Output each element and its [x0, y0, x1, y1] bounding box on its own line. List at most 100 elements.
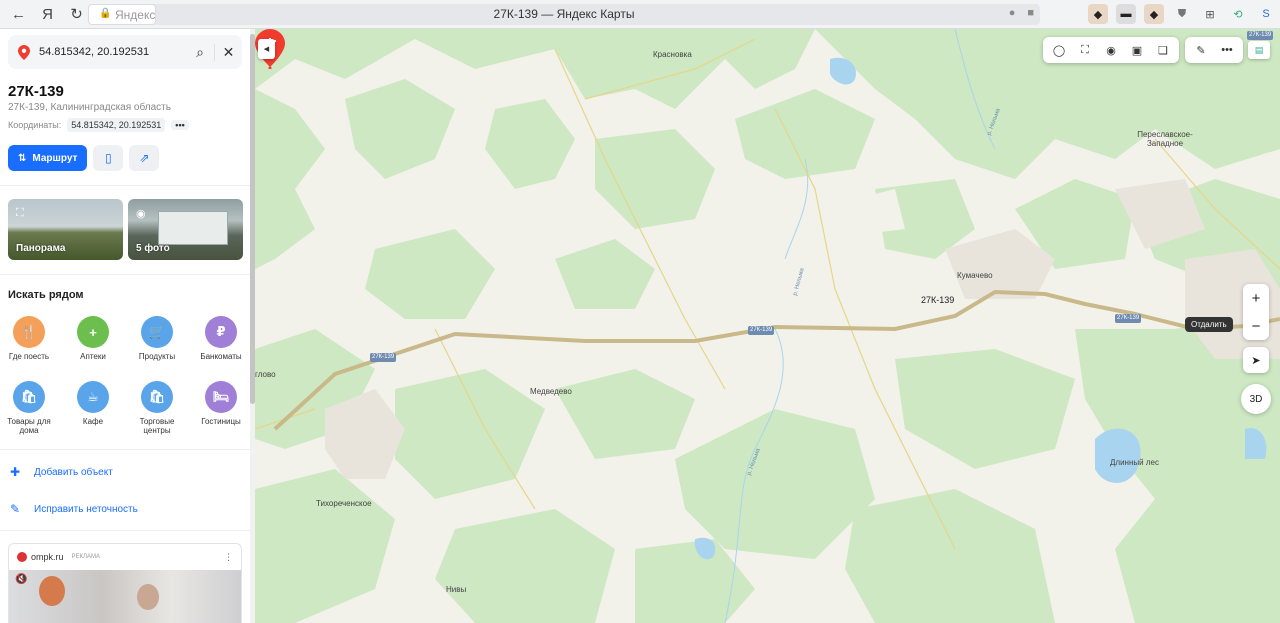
place-label[interactable]: Нивы	[446, 585, 466, 594]
photos-row: ⛶ Панорама ◉ 5 фото	[8, 199, 243, 260]
place-label[interactable]: Переславское-Западное	[1135, 130, 1195, 148]
shopping-bag-icon: 🛍	[13, 381, 45, 413]
bookmark-icon: ▯	[105, 151, 112, 165]
panorama-label: Панорама	[16, 243, 66, 254]
panorama-icon[interactable]: ⛶	[1073, 39, 1097, 61]
search-box[interactable]: 54.815342, 20.192531 ⌕ ✕	[8, 35, 242, 69]
map[interactable]: 27К-139 27К-139 27К-139 27К-139 Красновк…	[255, 29, 1280, 623]
ruler-icon[interactable]: ✎	[1189, 39, 1213, 61]
extension-icon[interactable]: S	[1256, 4, 1276, 24]
category-cafe[interactable]: ☕ Кафе	[65, 381, 121, 426]
more-icon[interactable]: •••	[1215, 39, 1239, 61]
route-icon: ⇅	[18, 152, 27, 164]
location-icon[interactable]: ●	[1009, 7, 1016, 19]
ad-card[interactable]: ompk.ru РЕКЛАМА ⋮ 🔇	[8, 543, 242, 623]
ad-person	[39, 576, 65, 606]
coordinates-more-button[interactable]: •••	[171, 120, 189, 130]
page-title: 27К-139 — Яндекс Карты	[493, 7, 635, 21]
reload-icon[interactable]: ↻	[62, 2, 91, 26]
coordinates-value[interactable]: 54.815342, 20.192531	[67, 118, 166, 132]
place-subtitle: 27К-139, Калининградская область	[8, 102, 171, 113]
extension-icon[interactable]: ⟲	[1228, 4, 1248, 24]
add-object-label: Добавить объект	[34, 466, 113, 478]
extensions: ◆ ▬ ◆ ⛊ ⊞ ⟲ S	[1088, 4, 1276, 24]
fix-error-link[interactable]: ✎ Исправить неточность	[8, 502, 138, 516]
ad-header: ompk.ru РЕКЛАМА ⋮	[9, 544, 241, 570]
category-malls[interactable]: 🛍 Торговые центры	[129, 381, 185, 435]
close-icon[interactable]: ✕	[214, 43, 242, 61]
address-bar[interactable]: 🔒 Яндекс 27К-139 — Яндекс Карты ● ■	[88, 4, 1040, 25]
category-hotels[interactable]: 🛏 Гостиницы	[193, 381, 249, 426]
zoom-out-tooltip: Отдалить	[1185, 317, 1233, 332]
search-icon[interactable]: ⌕	[186, 44, 214, 61]
category-label: Торговые центры	[139, 417, 175, 435]
browser-nav: ← Я ↻	[0, 2, 91, 26]
map-tools-toolbar: ✎ •••	[1185, 37, 1243, 63]
share-icon: ⇗	[139, 151, 150, 165]
panorama-thumbnail[interactable]: ⛶ Панорама	[8, 199, 123, 260]
coordinates-label: Координаты:	[8, 120, 62, 130]
zoom-out-button[interactable]: −	[1243, 312, 1269, 340]
road-badge: 27К-139	[1247, 31, 1274, 40]
place-label[interactable]: Тихореченское	[316, 499, 372, 508]
share-button[interactable]: ⇗	[129, 145, 160, 171]
extension-icon[interactable]: ▬	[1116, 4, 1136, 24]
place-title: 27К-139	[8, 83, 64, 100]
category-atm[interactable]: ₽ Банкоматы	[193, 316, 249, 361]
shield-icon[interactable]: ⛊	[1172, 4, 1192, 24]
ad-video[interactable]: 🔇	[9, 570, 241, 623]
ad-person	[137, 584, 159, 610]
category-label: Продукты	[138, 352, 176, 361]
address-bar-icons: ● ■	[1009, 7, 1034, 19]
basket-icon: 🛒	[141, 316, 173, 348]
ad-logo-icon	[17, 552, 27, 562]
category-groceries[interactable]: 🛒 Продукты	[129, 316, 185, 361]
my-location-button[interactable]: ➤	[1243, 347, 1269, 373]
extension-icon[interactable]: ⊞	[1200, 4, 1220, 24]
layers-stack-icon[interactable]: ❏	[1151, 39, 1175, 61]
camera-icon[interactable]: ◉	[1099, 39, 1123, 61]
category-home-goods[interactable]: 🛍 Товары для дома	[1, 381, 57, 435]
bus-icon[interactable]: ▣	[1125, 39, 1149, 61]
divider	[0, 274, 250, 275]
place-label[interactable]: Кумачево	[957, 271, 993, 280]
divider	[0, 185, 250, 186]
category-label: Гостиницы	[201, 417, 241, 426]
category-label: Товары для дома	[7, 417, 51, 435]
zoom-in-button[interactable]: +	[1243, 284, 1269, 312]
coordinates-row: Координаты: 54.815342, 20.192531 •••	[8, 118, 189, 132]
category-label: Кафе	[82, 417, 104, 426]
extension-icon[interactable]: ◆	[1144, 4, 1164, 24]
back-icon[interactable]: ←	[4, 2, 33, 26]
pin-label[interactable]: 27К-139	[921, 295, 954, 305]
layers-icon[interactable]: ◯	[1047, 39, 1071, 61]
add-object-link[interactable]: ✚ Добавить объект	[8, 465, 113, 479]
place-label[interactable]: Медведево	[530, 387, 572, 396]
traffic-icon[interactable]: ▤	[1248, 41, 1270, 59]
3d-button[interactable]: 3D	[1241, 384, 1271, 414]
bed-icon: 🛏	[205, 381, 237, 413]
extension-icon[interactable]: ◆	[1088, 4, 1108, 24]
place-label[interactable]: Длинный лес	[1110, 458, 1159, 467]
more-vertical-icon[interactable]: ⋮	[224, 552, 233, 563]
panorama-icon: ⛶	[16, 207, 24, 219]
camera-icon: ◉	[136, 208, 146, 220]
place-label[interactable]: Красновка	[653, 50, 692, 59]
bookmark-icon[interactable]: ■	[1027, 7, 1034, 19]
collapse-sidebar-button[interactable]: ◀	[258, 39, 275, 59]
road-badge: 27К-139	[1115, 314, 1142, 323]
pencil-icon: ✎	[9, 502, 21, 516]
ruble-icon: ₽	[205, 316, 237, 348]
map-layers-toolbar: ◯ ⛶ ◉ ▣ ❏	[1043, 37, 1179, 63]
category-pharmacy[interactable]: + Аптеки	[65, 316, 121, 361]
mute-icon[interactable]: 🔇	[15, 574, 27, 585]
bookmark-button[interactable]: ▯	[93, 145, 124, 171]
search-input[interactable]: 54.815342, 20.192531	[39, 46, 186, 58]
category-food[interactable]: 🍴 Где поесть	[1, 316, 57, 361]
photos-thumbnail[interactable]: ◉ 5 фото	[128, 199, 243, 260]
yandex-home-icon[interactable]: Я	[33, 2, 62, 26]
route-button[interactable]: ⇅ Маршрут	[8, 145, 88, 171]
building-image	[158, 211, 228, 245]
browser-toolbar: ← Я ↻ 🔒 Яндекс 27К-139 — Яндекс Карты ● …	[0, 0, 1280, 29]
place-label[interactable]: глово	[255, 370, 276, 379]
